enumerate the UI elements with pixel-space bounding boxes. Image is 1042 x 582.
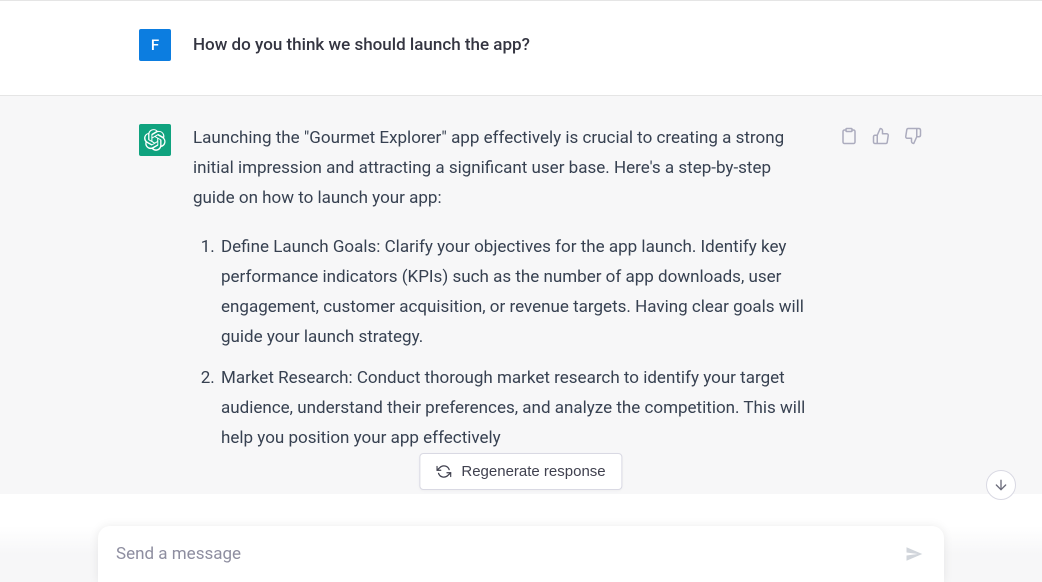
copy-button[interactable]: [839, 126, 859, 146]
regenerate-label: Regenerate response: [461, 463, 605, 480]
message-input[interactable]: Send a message: [98, 526, 944, 582]
thumbs-up-button[interactable]: [871, 126, 891, 146]
arrow-down-icon: [993, 477, 1009, 493]
list-item: Define Launch Goals: Clarify your object…: [219, 233, 807, 352]
thumbs-up-icon: [872, 127, 890, 145]
send-icon: [905, 545, 923, 563]
scroll-to-bottom-button[interactable]: [986, 470, 1016, 500]
user-message: F How do you think we should launch the …: [0, 1, 1042, 95]
clipboard-icon: [840, 127, 858, 145]
user-message-text: How do you think we should launch the ap…: [193, 29, 530, 59]
assistant-avatar: [139, 124, 171, 156]
thumbs-down-button[interactable]: [903, 126, 923, 146]
assistant-message-content: Launching the "Gourmet Explorer" app eff…: [193, 124, 807, 466]
assistant-message: Launching the "Gourmet Explorer" app eff…: [0, 95, 1042, 494]
send-button[interactable]: [898, 538, 930, 570]
user-avatar: F: [139, 29, 171, 61]
openai-logo-icon: [144, 129, 166, 151]
thumbs-down-icon: [904, 127, 922, 145]
regenerate-response-button[interactable]: Regenerate response: [419, 453, 622, 490]
assistant-intro-paragraph: Launching the "Gourmet Explorer" app eff…: [193, 124, 807, 213]
assistant-steps-list: Define Launch Goals: Clarify your object…: [193, 233, 807, 453]
list-item: Market Research: Conduct thorough market…: [219, 364, 807, 453]
refresh-icon: [436, 464, 451, 479]
input-placeholder: Send a message: [116, 544, 241, 564]
